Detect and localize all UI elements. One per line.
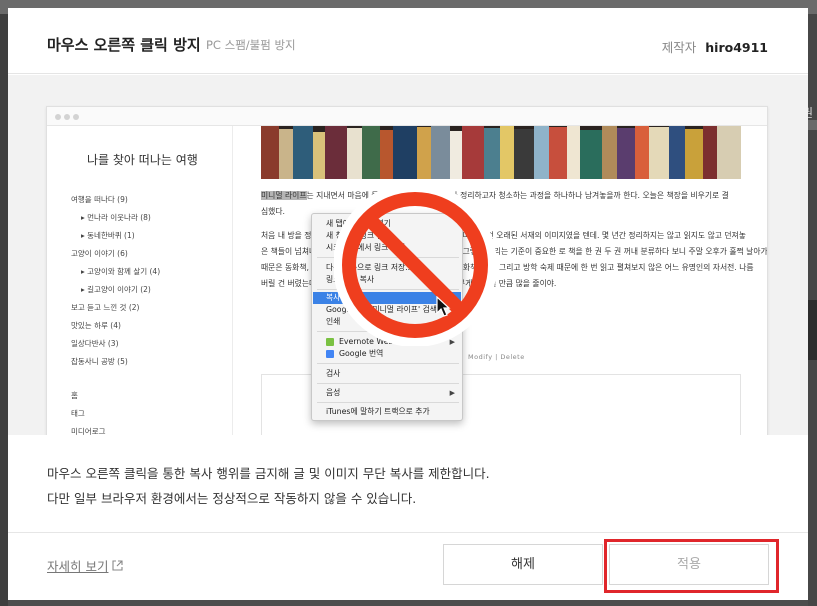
book-spine bbox=[602, 126, 617, 179]
selected-text: 미니멀 라이프 bbox=[261, 191, 307, 200]
apply-button[interactable]: 적용 bbox=[609, 544, 769, 585]
blog-title: 나를 찾아 떠나는 여행 bbox=[87, 153, 198, 167]
modal-title: 마우스 오른쪽 클릭 방지 bbox=[47, 36, 201, 54]
nav-item-tag: 태그 bbox=[71, 409, 85, 418]
subcategory-label: 고양이와 함께 살기 (4) bbox=[87, 267, 161, 276]
category-item: 맛있는 하루 (4) bbox=[71, 321, 121, 330]
book-spine bbox=[669, 126, 685, 179]
subcategory-label: 길고양이 이야기 (2) bbox=[87, 285, 151, 294]
external-link-icon[interactable] bbox=[112, 560, 123, 571]
subcategory-item: ▸ 길고양이 이야기 (2) bbox=[81, 285, 151, 294]
book-spine bbox=[717, 126, 741, 179]
nav-item-medialog: 미디어로그 bbox=[71, 427, 106, 435]
context-menu-item-translate: Google 번역 bbox=[313, 348, 461, 360]
subcategory-label: 동네한바퀴 (1) bbox=[87, 231, 135, 240]
book-spine bbox=[362, 126, 380, 179]
category-item: 잡동사니 공방 (5) bbox=[71, 357, 128, 366]
release-button[interactable]: 해제 bbox=[443, 544, 603, 585]
book-spine bbox=[450, 131, 462, 179]
mockup-window-bar bbox=[47, 107, 767, 126]
category-item: 여행을 떠나다 (9) bbox=[71, 195, 128, 204]
subcategory-item: ▸ 동네한바퀴 (1) bbox=[81, 231, 135, 240]
context-menu-divider bbox=[317, 383, 459, 384]
book-spine bbox=[685, 129, 703, 179]
context-menu-divider bbox=[317, 402, 459, 403]
nav-item-home: 홈 bbox=[71, 391, 78, 400]
book-spine bbox=[431, 126, 450, 179]
evernote-icon bbox=[326, 338, 334, 346]
right-click-block-modal: 마우스 오른쪽 클릭 방지 PC 스팸/불펌 방지 제작자 hiro4911 나… bbox=[8, 8, 808, 600]
window-dot-icon bbox=[73, 114, 79, 120]
author-label: 제작자 bbox=[661, 40, 697, 55]
context-menu-item-label: 음성 bbox=[326, 388, 341, 397]
book-spine bbox=[549, 127, 567, 179]
context-menu-item: 음성 ▶ bbox=[313, 387, 461, 399]
book-spine bbox=[703, 126, 717, 179]
book-spine bbox=[567, 126, 580, 179]
mouse-pointer-icon bbox=[436, 296, 451, 317]
author-info: 제작자 hiro4911 bbox=[662, 37, 768, 56]
author-name: hiro4911 bbox=[705, 40, 768, 55]
book-spine bbox=[484, 128, 500, 179]
footer-divider bbox=[8, 532, 808, 533]
book-spine bbox=[580, 130, 602, 179]
description-line: 마우스 오른쪽 클릭을 통한 복사 행위를 금지해 글 및 이미지 무단 복사를… bbox=[47, 466, 490, 481]
book-spine bbox=[500, 126, 514, 179]
post-text-line: 심했다. bbox=[261, 207, 285, 216]
book-spine bbox=[635, 126, 649, 179]
book-spine bbox=[649, 127, 669, 179]
subcategory-item: ▸ 고양이와 함께 살기 (4) bbox=[81, 267, 161, 276]
book-spine bbox=[514, 129, 534, 179]
book-spine bbox=[293, 126, 313, 179]
description-line: 다만 일부 브라우저 환경에서는 정상적으로 작동하지 않을 수 있습니다. bbox=[47, 491, 417, 506]
background-right-block bbox=[808, 120, 817, 130]
window-dot-icon bbox=[64, 114, 70, 120]
category-item: 보고 듣고 느낀 것 (2) bbox=[71, 303, 140, 312]
book-spine bbox=[261, 126, 279, 179]
context-menu-item: 검사 bbox=[326, 369, 341, 378]
blog-sidebar: 나를 찾아 떠나는 여행 여행을 떠나다 (9) ▸ 먼나라 이웃나라 (8) … bbox=[47, 126, 233, 435]
book-spine bbox=[279, 129, 293, 179]
book-spine bbox=[617, 128, 635, 179]
book-spine bbox=[417, 127, 431, 179]
subcategory-label: 먼나라 이웃나라 (8) bbox=[87, 213, 151, 222]
book-spine bbox=[534, 126, 549, 179]
context-menu-item-label: Google 번역 bbox=[339, 349, 384, 358]
window-dot-icon bbox=[55, 114, 61, 120]
book-spine bbox=[380, 130, 393, 179]
book-spine bbox=[313, 132, 325, 179]
background-left-edge bbox=[0, 14, 8, 606]
book-spine bbox=[325, 126, 347, 179]
more-info-link[interactable]: 자세히 보기 bbox=[47, 556, 108, 575]
book-spine bbox=[462, 126, 484, 179]
bookshelf-photo bbox=[261, 126, 741, 179]
book-spine bbox=[347, 128, 362, 179]
modal-header: 마우스 오른쪽 클릭 방지 PC 스팸/불펌 방지 제작자 hiro4911 bbox=[8, 8, 808, 74]
background-right-block bbox=[808, 300, 817, 360]
post-modify-delete: Modify | Delete bbox=[468, 353, 525, 361]
modal-subtitle: PC 스팸/불펌 방지 bbox=[206, 38, 296, 52]
subcategory-item: ▸ 먼나라 이웃나라 (8) bbox=[81, 213, 151, 222]
no-entry-icon bbox=[334, 184, 496, 346]
category-item: 고양이 이야기 (6) bbox=[71, 249, 128, 258]
context-menu-item: iTunes에 말하기 트랙으로 추가 bbox=[326, 407, 430, 416]
category-item: 일상다반사 (3) bbox=[71, 339, 119, 348]
book-spine bbox=[393, 126, 417, 179]
google-translate-icon bbox=[326, 350, 334, 358]
submenu-arrow-icon: ▶ bbox=[449, 389, 455, 397]
context-menu-divider bbox=[317, 363, 459, 364]
